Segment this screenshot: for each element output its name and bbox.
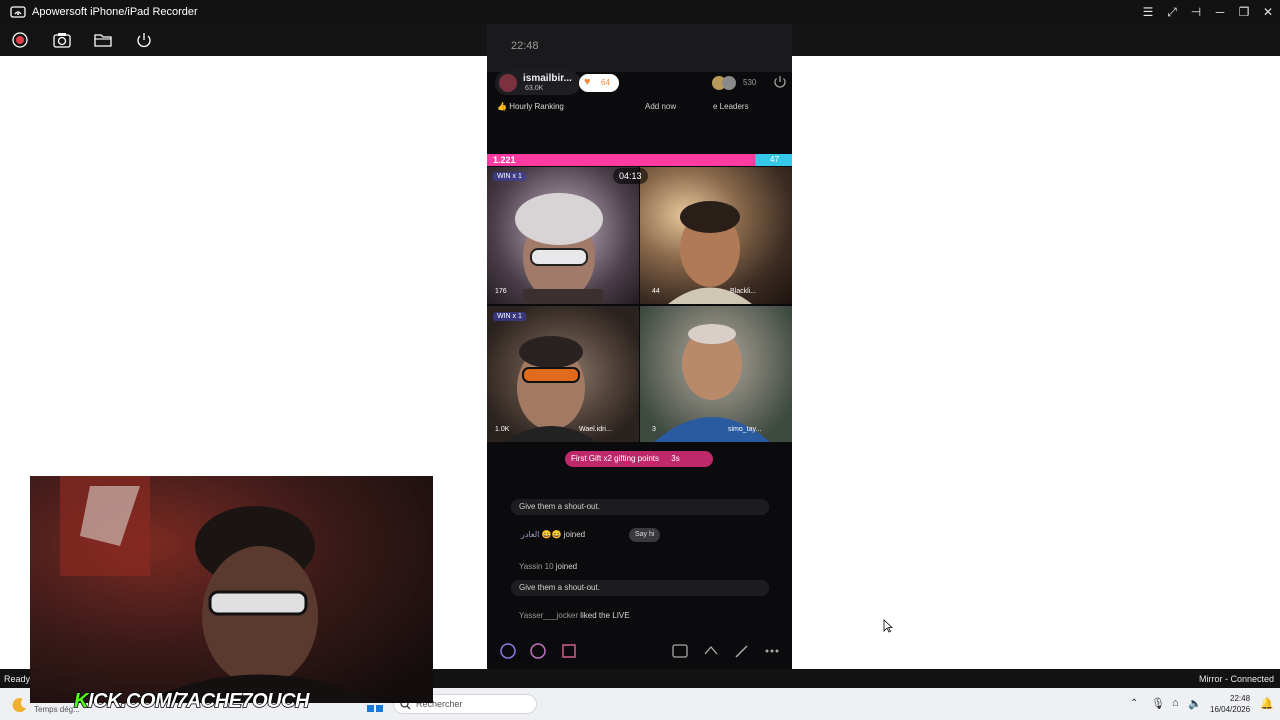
power-button[interactable] [133, 30, 155, 50]
battle-icon[interactable] [528, 642, 548, 660]
status-mirror-connected: Mirror - Connected [1198, 674, 1274, 684]
chat-message: Give them a shout-out. [511, 580, 769, 596]
kick-url-text: ICK.COM/7ACHE7OUCH [87, 689, 310, 713]
guest-3-face [505, 336, 597, 442]
share-icon[interactable] [701, 642, 721, 660]
win-badge: WIN x 1 [493, 172, 526, 181]
gift-banner-text: First Gift x2 gifting points [571, 454, 660, 463]
tray-chevron-icon[interactable]: ⌃ [1130, 698, 1138, 709]
guest-tile-1[interactable]: WIN x 1 176 [487, 167, 639, 304]
guest-3-score: 1.0K [495, 426, 510, 433]
kick-channel-overlay: KICK.COM/7ACHE7OUCH [73, 689, 310, 713]
guest-tile-4[interactable]: 3 simo_tay... [640, 306, 792, 442]
hourly-ranking-label: Hourly Ranking [509, 102, 564, 111]
phone-status-time: 22:48 [511, 40, 539, 52]
gift-banner-time: 3s [671, 454, 680, 463]
title-bar: Apowersoft iPhone/iPad Recorder ☰ ⤢ ⊣ ─ … [0, 0, 1280, 24]
follow-count: 64 [601, 78, 610, 87]
notification-icon[interactable]: 🔔 [1260, 697, 1274, 710]
gift-banner: First Gift x2 gifting points 3s [565, 451, 713, 467]
chat-message: Yassin 10 joined [519, 562, 577, 571]
battle-left-score: 1.221 [493, 155, 516, 165]
guest-4-name: simo_tay... [728, 426, 762, 433]
guest-4-score: 3 [652, 426, 656, 433]
guest-2-name: Blackli... [730, 288, 757, 295]
folder-button[interactable] [92, 30, 114, 50]
close-button[interactable]: ✕ [1257, 3, 1279, 21]
host-name: ismailbir... [523, 73, 572, 84]
live-bottom-bar [487, 636, 792, 666]
guest-3-name: Wael.idri... [579, 426, 612, 433]
chat-user: الغادر [521, 530, 540, 539]
leaders-label[interactable]: e Leaders [713, 102, 749, 111]
guest-2-score: 44 [652, 288, 660, 295]
viewer-avatars[interactable] [711, 75, 739, 91]
add-now-button[interactable]: Add now [645, 102, 676, 111]
host-likes: 63.0K [525, 85, 544, 92]
fullscreen-icon[interactable]: ⤢ [1161, 3, 1183, 21]
pin-icon[interactable]: ⊣ [1185, 3, 1207, 21]
host-avatar[interactable] [499, 74, 517, 92]
heart-icon: ♥ [584, 76, 591, 88]
menu-icon[interactable]: ☰ [1137, 3, 1159, 21]
maximize-button[interactable]: ❐ [1233, 3, 1255, 21]
screenshot-button[interactable] [51, 30, 73, 50]
chat-message: الغادر 😀😄 joined [521, 530, 586, 539]
minimize-button[interactable]: ─ [1209, 3, 1231, 21]
screen-icon[interactable] [670, 642, 690, 660]
multi-guest-icon[interactable] [498, 642, 518, 660]
network-icon[interactable]: ⌂ [1172, 697, 1179, 709]
record-button[interactable] [9, 30, 31, 50]
status-ready: Ready [4, 674, 31, 684]
chat-message: Give them a shout-out. [511, 499, 769, 515]
clock-date[interactable]: 16/04/2026 [1210, 705, 1250, 714]
guest-4-face [654, 324, 770, 442]
chat-user: Yassin 10 [519, 562, 554, 571]
grid-icon[interactable] [559, 642, 579, 660]
win-badge: WIN x 1 [493, 312, 526, 321]
mirrored-phone-screen[interactable]: 22:48 ismailbir... 63.0K ♥ 64 530 👍 Hour… [487, 24, 792, 688]
battle-score-bar [487, 154, 792, 166]
microphone-icon[interactable]: 🎙 [1151, 697, 1165, 710]
chat-text: liked the LIVE [580, 611, 630, 620]
battle-timer: 04:13 [613, 168, 648, 184]
mouse-cursor-icon [883, 619, 893, 633]
chat-text: joined [563, 530, 586, 539]
chat-message: Yasser___jocker liked the LIVE [519, 611, 630, 620]
chat-user: Yasser___jocker [519, 611, 578, 620]
streamer-webcam [30, 476, 433, 703]
guest-tile-2[interactable]: 44 Blackli... [640, 167, 792, 304]
volume-icon[interactable]: 🔈 [1188, 697, 1202, 710]
window-title: Apowersoft iPhone/iPad Recorder [32, 6, 198, 18]
phone-status-bar: 22:48 [487, 24, 792, 72]
magic-wand-icon[interactable] [732, 642, 752, 660]
viewer-count: 530 [743, 78, 757, 87]
chat-text: Give them a shout-out. [519, 502, 600, 511]
exit-live-icon[interactable] [772, 74, 788, 90]
say-hi-button[interactable]: Say hi [629, 528, 661, 542]
webcam-overlay [30, 476, 433, 703]
guest-2-face [668, 201, 752, 304]
weather-widget[interactable]: Temps dég... [34, 705, 80, 714]
chat-text: Give them a shout-out. [519, 583, 600, 592]
battle-right-score: 47 [770, 155, 779, 164]
guest-1-face [515, 193, 603, 304]
clock-time[interactable]: 22:48 [1230, 694, 1250, 703]
guest-1-score: 176 [495, 288, 507, 295]
chat-text: joined [555, 562, 578, 571]
app-logo-icon [10, 6, 26, 18]
hourly-ranking[interactable]: 👍 Hourly Ranking [497, 102, 564, 111]
more-icon[interactable] [762, 642, 782, 660]
guest-tile-3[interactable]: WIN x 1 1.0K Wael.idri... [487, 306, 639, 442]
kick-k-letter: K [73, 689, 89, 713]
moon-icon [12, 698, 26, 713]
